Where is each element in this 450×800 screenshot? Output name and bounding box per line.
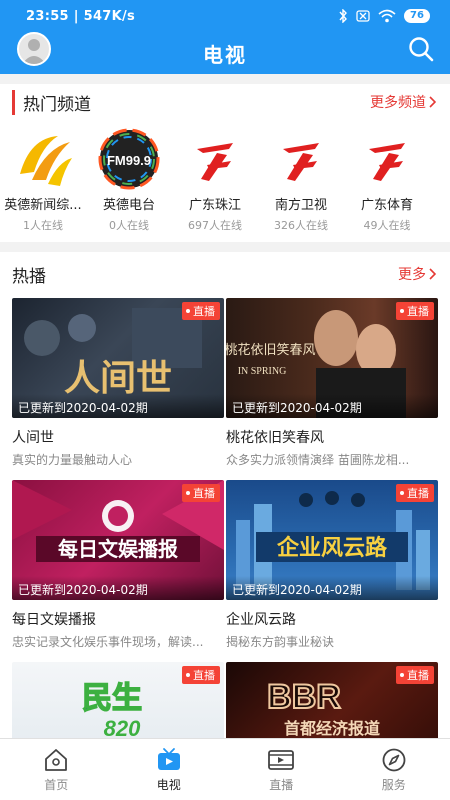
guangdong-tv-logo (270, 128, 332, 190)
tab-home[interactable]: 首页 (0, 739, 113, 800)
tab-label: 电视 (156, 778, 181, 792)
channel-name: 广东珠江 (188, 198, 241, 213)
live-badge: 直播 (182, 666, 220, 684)
program-thumbnail[interactable]: 人间世 直播 已更新到2020-04-02期 (12, 298, 224, 418)
channel-item[interactable]: 广东体育 49人在线 (344, 128, 430, 233)
svg-text:民生: 民生 (82, 681, 142, 716)
svg-text:820: 820 (104, 716, 141, 738)
update-label: 已更新到2020-04-02期 (226, 576, 438, 600)
channel-online-count: 697人在线 (188, 219, 242, 232)
live-badge: 直播 (396, 484, 434, 502)
svg-text:桃花依旧笑春风: 桃花依旧笑春风 (226, 342, 316, 358)
live-badge: 直播 (396, 666, 434, 684)
update-label: 已更新到2020-04-02期 (12, 394, 224, 418)
video-icon (268, 750, 295, 770)
program-desc: 真实的力量最触动人心 (12, 453, 133, 467)
search-icon[interactable] (408, 36, 434, 62)
more-channels-label: 更多频道 (370, 95, 426, 111)
more-hot-play-link[interactable]: 更多 (398, 264, 436, 284)
channel-name: 南方卫视 (274, 198, 327, 213)
guangdong-tv-logo (356, 128, 418, 190)
fm999-logo: FM99.9 (98, 128, 160, 190)
program-thumbnail[interactable]: 桃花依旧笑春风 IN SPRING 直播 已更新到2020-04-02期 (226, 298, 438, 418)
more-channels-link[interactable]: 更多频道 (370, 92, 436, 112)
tab-label: 直播 (269, 778, 294, 792)
program-card[interactable]: 人间世 直播 已更新到2020-04-02期 人间世 真实的力量最触动人心 (12, 298, 224, 468)
tab-live[interactable]: 直播 (225, 739, 338, 800)
channel-item[interactable]: FM99.9 英德电台 0人在线 (86, 128, 172, 233)
yingde-news-logo (12, 128, 74, 190)
channel-item[interactable]: 南方卫视 326人在线 (258, 128, 344, 233)
user-icon (22, 39, 46, 64)
chevron-right-icon (429, 268, 436, 280)
update-label: 已更新到2020-04-02期 (226, 394, 438, 418)
tab-label: 首页 (44, 778, 69, 792)
svg-text:人间世: 人间世 (64, 357, 172, 399)
channel-online-count: 49人在线 (363, 219, 411, 232)
status-time: 23:55 (26, 8, 69, 24)
top-bar: 23:55 | 547K/s 76 电视 (0, 0, 450, 74)
program-title: 桃花依旧笑春风 (226, 430, 324, 446)
hot-play-section: 热播 更多 人间世 直播 已更新到2020-04-02期 人间世 真实的力量最触… (0, 252, 450, 738)
program-card[interactable]: BBR 首都经济报道 直播 (226, 662, 438, 738)
channel-item[interactable]: 广东珠江 697人在线 (172, 128, 258, 233)
chevron-right-icon (429, 96, 436, 108)
program-card[interactable]: 企业风云路 直播 已更新到2020-04-02期 企业风云路 揭秘东方韵事业秘诀 (226, 480, 438, 650)
bottom-tab-bar: 首页 电视 直播 服务 (0, 738, 450, 800)
app-bar: 电视 (0, 32, 450, 74)
channel-list: 英德新闻综... 1人在线 FM99.9 英德电台 0人在线 广东珠江 697人… (0, 120, 450, 233)
tab-service[interactable]: 服务 (338, 739, 450, 800)
program-desc: 众多实力派领情演绎 苗圃陈龙相... (226, 453, 410, 467)
svg-text:BBR: BBR (267, 678, 341, 716)
more-hot-play-label: 更多 (398, 267, 426, 283)
channel-online-count: 326人在线 (274, 219, 328, 232)
svg-text:首都经济报道: 首都经济报道 (284, 719, 380, 738)
program-thumbnail[interactable]: 民生 820 直播 (12, 662, 224, 738)
network-speed: 547K/s (83, 8, 136, 24)
channel-item[interactable]: 英德新闻综... 1人在线 (0, 128, 86, 233)
program-desc: 忠实记录文化娱乐事件现场，解读... (12, 635, 204, 649)
hot-play-title: 热播 (12, 266, 46, 287)
tv-icon (157, 748, 180, 770)
battery-indicator: 76 (404, 9, 430, 23)
hot-channels-title: 热门频道 (12, 89, 91, 115)
tab-label: 服务 (381, 778, 406, 792)
page-title: 电视 (203, 42, 247, 67)
program-thumbnail[interactable]: BBR 首都经济报道 直播 (226, 662, 438, 738)
channel-name: 广东体育 (360, 198, 413, 213)
live-badge: 直播 (182, 484, 220, 502)
program-thumbnail[interactable]: 每日文娱播报 直播 已更新到2020-04-02期 (12, 480, 224, 600)
program-title: 企业风云路 (226, 612, 296, 628)
svg-text:企业风云路: 企业风云路 (276, 535, 388, 561)
program-desc: 揭秘东方韵事业秘诀 (226, 635, 335, 649)
hot-channels-section: 热门频道 更多频道 英德新闻综... 1人在线 FM99.9 英德电台 0人在线… (0, 84, 450, 242)
program-card[interactable]: 桃花依旧笑春风 IN SPRING 直播 已更新到2020-04-02期 桃花依旧… (226, 298, 438, 468)
svg-text:IN SPRING: IN SPRING (238, 366, 287, 377)
channel-online-count: 0人在线 (109, 219, 149, 232)
svg-text:每日文娱播报: 每日文娱播报 (58, 537, 178, 561)
live-badge: 直播 (182, 302, 220, 320)
program-thumbnail[interactable]: 企业风云路 直播 已更新到2020-04-02期 (226, 480, 438, 600)
channel-online-count: 1人在线 (23, 219, 63, 232)
guangdong-tv-logo (184, 128, 246, 190)
program-card[interactable]: 民生 820 直播 (12, 662, 224, 738)
channel-name: 英德新闻综... (4, 198, 82, 213)
channel-name: 英德电台 (102, 198, 155, 213)
svg-text:FM99.9: FM99.9 (107, 153, 151, 168)
bluetooth-icon (339, 9, 347, 23)
program-card[interactable]: 每日文娱播报 直播 已更新到2020-04-02期 每日文娱播报 忠实记录文化娱… (12, 480, 224, 650)
compass-icon (382, 748, 406, 772)
status-bar: 23:55 | 547K/s 76 (0, 0, 450, 32)
home-icon (45, 749, 68, 771)
update-label: 已更新到2020-04-02期 (12, 576, 224, 600)
wifi-icon (378, 9, 396, 23)
live-badge: 直播 (396, 302, 434, 320)
program-title: 每日文娱播报 (12, 612, 96, 628)
avatar[interactable] (17, 32, 51, 66)
sim-off-icon (356, 10, 370, 22)
tab-tv[interactable]: 电视 (113, 739, 226, 800)
program-title: 人间世 (12, 430, 54, 446)
